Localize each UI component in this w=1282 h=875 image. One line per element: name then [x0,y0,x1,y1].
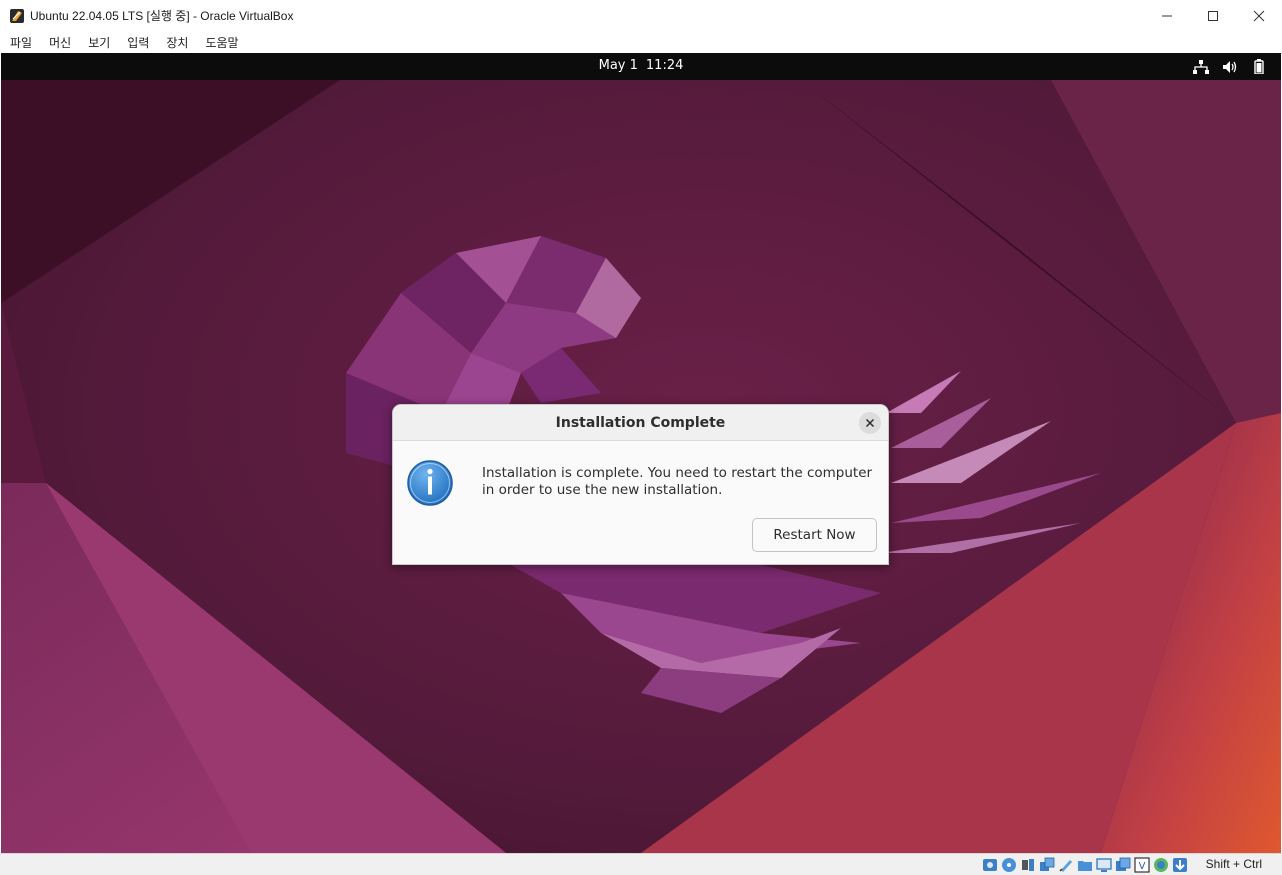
menu-help[interactable]: 도움말 [205,34,238,51]
dialog-header: Installation Complete [393,405,888,441]
hard-disk-icon[interactable] [982,857,998,873]
menu-file[interactable]: 파일 [10,34,32,51]
host-titlebar: Ubuntu 22.04.05 LTS [실행 중] - Oracle Virt… [0,0,1282,31]
svg-text:V: V [1139,861,1146,872]
status-icons: V [979,856,1188,874]
recording-icon[interactable] [1115,857,1131,873]
restart-now-button[interactable]: Restart Now [752,518,877,552]
minimize-button[interactable] [1144,0,1190,31]
clock[interactable]: May 1 11:24 [1,58,1281,73]
host-key-label[interactable]: Shift + Ctrl [1206,857,1262,871]
dialog-message-line-1: Installation is complete. You need to re… [482,465,873,481]
virtualbox-app-icon [9,8,25,24]
maximize-button[interactable] [1190,0,1236,31]
optical-drive-icon[interactable] [1001,857,1017,873]
clock-date: May 1 [598,58,638,73]
close-icon [865,418,875,428]
info-icon [407,460,453,506]
menu-input[interactable]: 입력 [127,34,149,51]
mouse-integration-icon[interactable] [1172,857,1188,873]
host-window-title: Ubuntu 22.04.05 LTS [실행 중] - Oracle Virt… [30,9,294,23]
display-icon[interactable] [1096,857,1112,873]
shared-folders-icon[interactable] [1077,857,1093,873]
volume-icon[interactable] [1221,58,1238,75]
guest-display[interactable]: May 1 11:24 Installation Complete Instal… [1,53,1281,853]
menu-view[interactable]: 보기 [88,34,110,51]
installation-complete-dialog: Installation Complete Installation is co… [392,404,889,565]
dialog-message: Installation is complete. You need to re… [482,465,882,499]
audio-icon[interactable] [1020,857,1036,873]
cpu-icon[interactable]: V [1134,857,1150,873]
host-statusbar: V Shift + Ctrl [0,853,1282,875]
clock-time: 11:24 [645,58,684,73]
gnome-topbar: May 1 11:24 [1,53,1281,80]
network-adapter-icon[interactable] [1039,857,1055,873]
usb-icon[interactable] [1058,857,1074,873]
minimize-icon [1162,15,1172,16]
guest-additions-icon[interactable] [1153,857,1169,873]
battery-icon[interactable] [1250,58,1267,75]
menu-machine[interactable]: 머신 [49,34,71,51]
network-icon[interactable] [1192,58,1209,75]
maximize-icon [1208,10,1218,21]
close-window-button[interactable] [1236,0,1282,31]
dialog-message-line-2: in order to use the new installation. [482,482,723,498]
system-tray[interactable] [1180,58,1267,75]
close-icon [1253,10,1265,21]
menu-devices[interactable]: 장치 [166,34,188,51]
host-menubar: 파일 머신 보기 입력 장치 도움말 [0,31,1282,53]
dialog-close-button[interactable] [859,412,881,434]
dialog-title: Installation Complete [555,415,726,431]
